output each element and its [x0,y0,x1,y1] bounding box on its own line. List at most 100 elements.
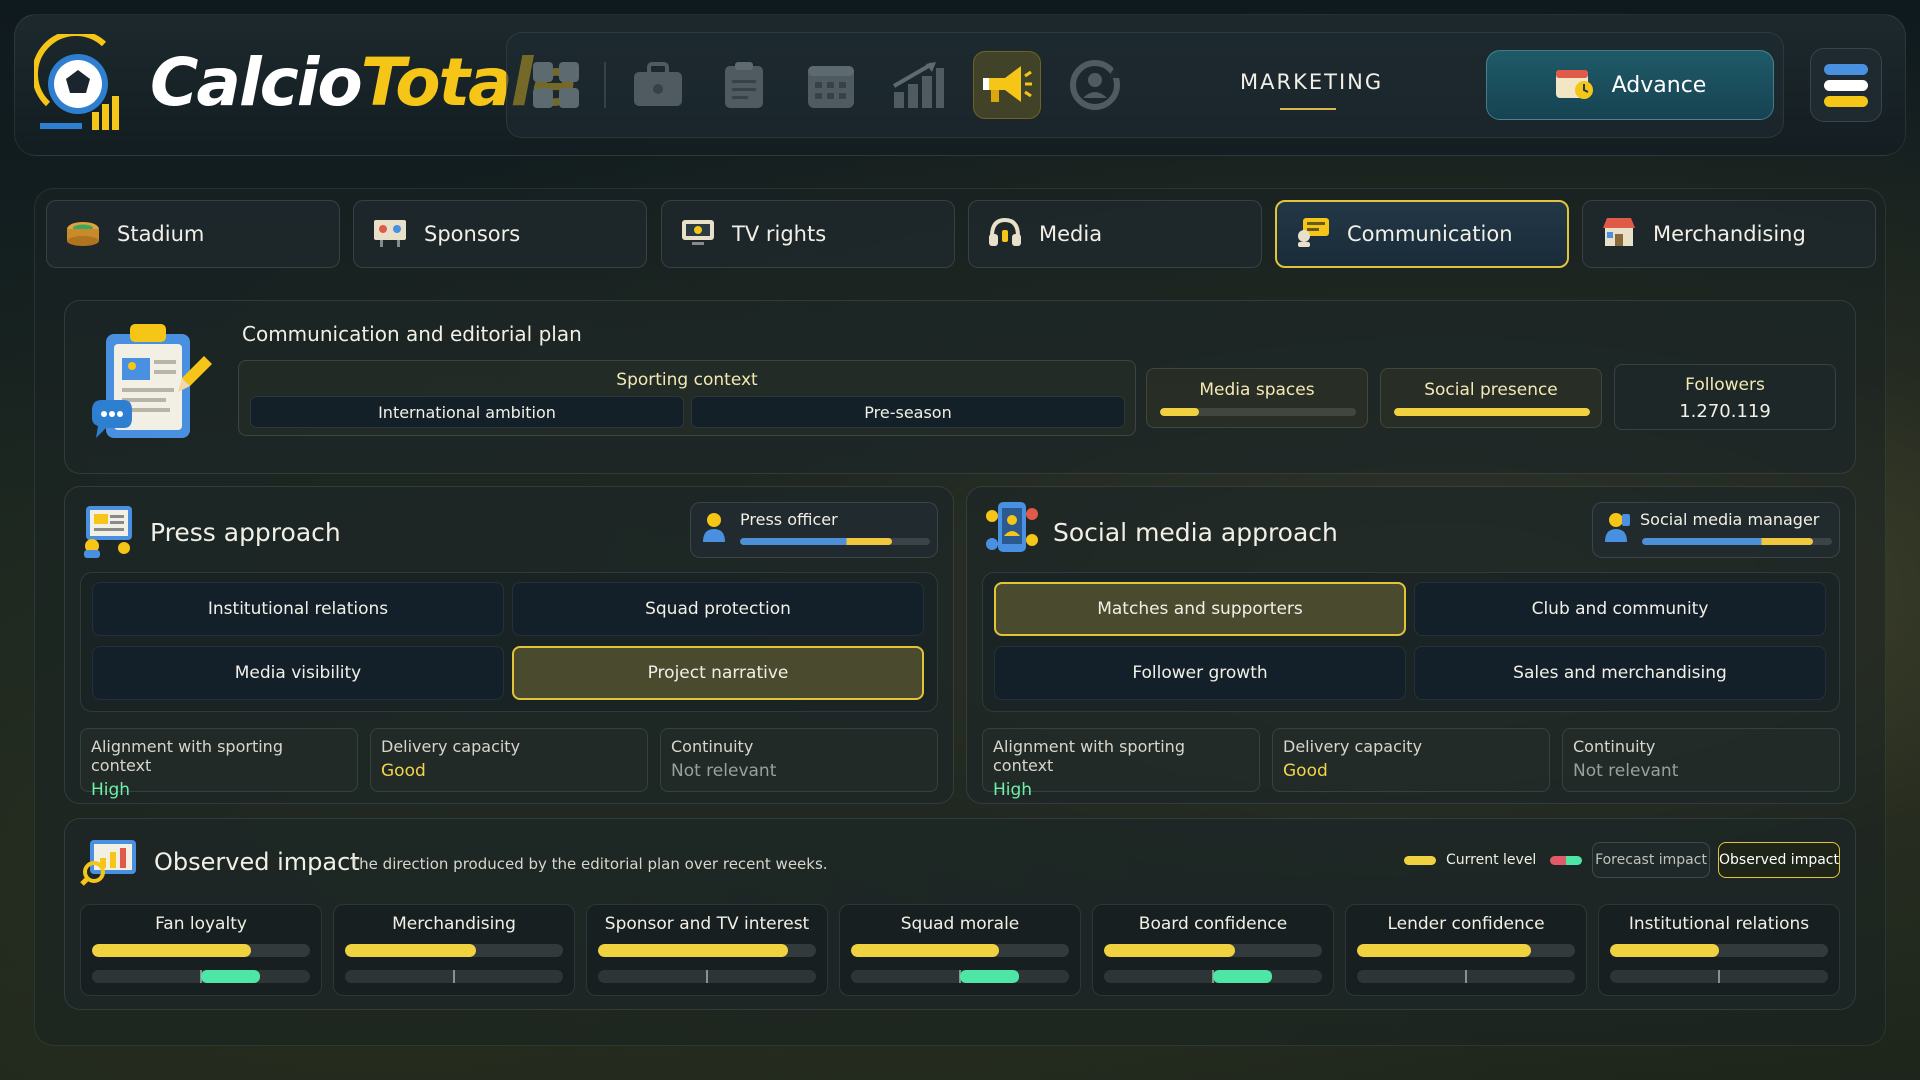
sporting-context-item: Pre-season [691,396,1125,428]
social-media-manager-label: Social media manager [1640,510,1820,529]
observed-impact-bar [598,970,816,983]
impact-zero-marker [706,970,708,983]
current-level-bar-fill [598,944,788,957]
press-option-institutional-relations[interactable]: Institutional relations [92,582,504,636]
tab-label: Sponsors [424,222,521,246]
tab-label: Media [1039,222,1103,246]
followers-value: 1.270.119 [1679,401,1771,422]
social-presence-bar-fill [1394,408,1590,416]
sponsors-icon [372,216,408,253]
metric-label: Delivery capacity [1283,737,1423,756]
section-title-underline [1280,108,1336,110]
impact-zero-marker [1465,970,1467,983]
forecast-impact-toggle[interactable]: Forecast impact [1592,842,1710,878]
metric-label: Continuity [1573,737,1656,756]
tab-media[interactable]: Media [968,200,1262,268]
social-metric-continuity: Continuity Not relevant [1562,728,1840,792]
press-officer-avatar-icon [702,512,726,546]
metric-value: Good [1283,761,1328,781]
press-metric-continuity: Continuity Not relevant [660,728,938,792]
megaphone-icon[interactable] [973,51,1041,119]
tab-label: TV rights [732,222,827,246]
section-title: MARKETING [1240,70,1384,94]
calendar-advance-icon [1554,64,1594,106]
menu-bar-icon [1824,79,1868,91]
current-level-bar [851,944,1069,957]
press-officer-bar-fill [740,538,892,545]
calendar-icon[interactable] [799,53,863,117]
current-level-bar-fill [851,944,1000,957]
social-metric-alignment: Alignment with sporting context High [982,728,1260,800]
current-level-bar-fill [1357,944,1532,957]
current-level-bar [92,944,310,957]
clipboard-icon[interactable] [712,53,776,117]
press-option-project-narrative[interactable]: Project narrative [512,646,924,700]
current-level-bar [598,944,816,957]
growth-chart-icon[interactable] [887,53,951,117]
tab-tv-rights[interactable]: TV rights [661,200,955,268]
sporting-context-item: International ambition [250,396,684,428]
metric-value: Not relevant [1573,761,1679,781]
metric-label: Delivery capacity [381,737,521,756]
shop-icon [1601,216,1637,253]
dashboard-icon[interactable] [524,53,588,117]
observed-impact-bar [1610,970,1828,983]
press-officer-bar [740,538,930,545]
refresh-user-icon[interactable] [1063,53,1127,117]
impact-item-label: Board confidence [1138,914,1288,934]
impact-chart-icon [80,836,140,890]
metric-label: Alignment with sporting context [91,737,283,775]
social-phone-icon [984,500,1040,562]
main-menu-button[interactable] [1810,48,1882,122]
headphones-icon [987,216,1023,253]
current-level-bar-fill [1610,944,1719,957]
impact-item-label: Merchandising [392,914,516,934]
social-presence-label: Social presence [1424,380,1558,400]
impact-item-label: Squad morale [900,914,1020,934]
media-spaces-label: Media spaces [1199,380,1315,400]
followers-label: Followers [1685,375,1765,395]
nav-divider [604,62,606,108]
advance-button[interactable]: Advance [1486,50,1774,120]
metric-value: High [91,780,131,800]
tab-merchandising[interactable]: Merchandising [1582,200,1876,268]
menu-bar-icon [1824,95,1868,107]
observed-impact-toggle[interactable]: Observed impact [1718,842,1840,878]
press-officer-label: Press officer [740,510,838,529]
impact-zero-marker [453,970,455,983]
social-option-sales-merchandising[interactable]: Sales and merchandising [1414,646,1826,700]
tab-sponsors[interactable]: Sponsors [353,200,647,268]
legend-forecast-swatch [1550,856,1582,865]
editorial-clipboard-icon [86,318,216,456]
briefcase-icon[interactable] [626,53,690,117]
soccer-ball-logo-icon [32,29,126,134]
tab-stadium[interactable]: Stadium [46,200,340,268]
legend-current-label: Current level [1446,852,1537,868]
metric-label: Continuity [671,737,754,756]
social-option-club-community[interactable]: Club and community [1414,582,1826,636]
metric-value: Not relevant [671,761,777,781]
observed-impact-bar-fill [960,970,1019,983]
social-manager-avatar-icon [1604,512,1630,546]
press-option-media-visibility[interactable]: Media visibility [92,646,504,700]
current-level-bar [1357,944,1575,957]
social-approach-title: Social media approach [1053,518,1338,547]
sporting-context-label: Sporting context [616,370,758,390]
impact-item-label: Lender confidence [1387,914,1545,934]
social-option-matches-supporters[interactable]: Matches and supporters [994,582,1406,636]
impact-item-label: Institutional relations [1628,914,1810,934]
observed-impact-bar-fill [1213,970,1272,983]
social-media-manager-bar [1642,538,1832,545]
tab-label: Merchandising [1653,222,1806,246]
legend-current-swatch [1404,856,1436,865]
menu-bar-icon [1824,63,1868,75]
current-level-bar [1610,944,1828,957]
social-option-follower-growth[interactable]: Follower growth [994,646,1406,700]
press-approach-title: Press approach [150,518,341,547]
observed-impact-bar [851,970,1069,983]
observed-impact-title: Observed impact [154,848,360,876]
tab-communication[interactable]: Communication [1275,200,1569,268]
media-spaces-bar-fill [1160,408,1200,416]
press-option-squad-protection[interactable]: Squad protection [512,582,924,636]
observed-impact-bar [345,970,563,983]
